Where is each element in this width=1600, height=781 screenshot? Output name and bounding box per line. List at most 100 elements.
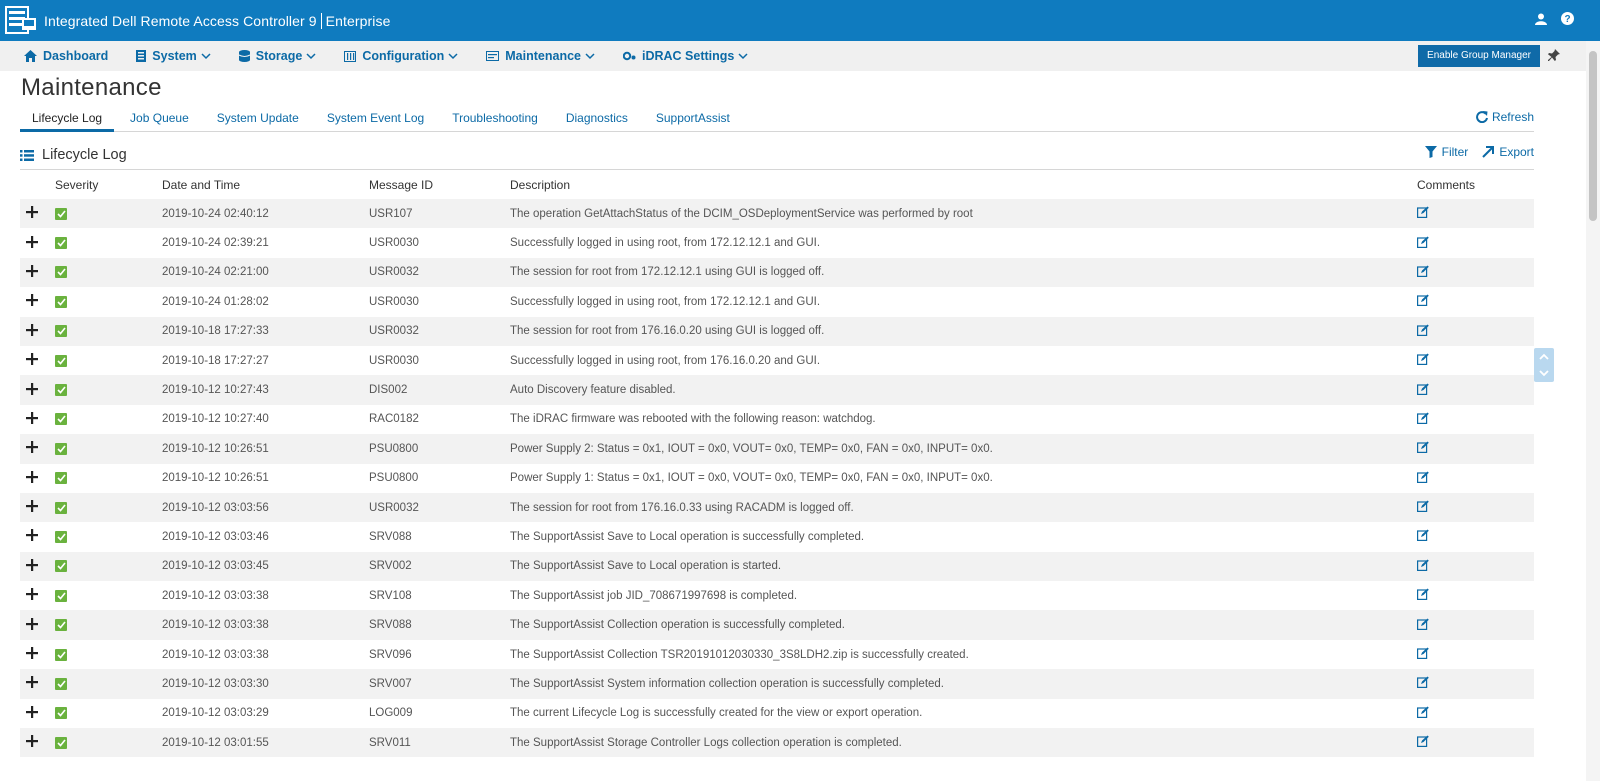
scroll-control[interactable]: [1534, 348, 1554, 382]
edit-comment-icon[interactable]: [1417, 294, 1429, 309]
tab-system-event-log[interactable]: System Event Log: [315, 107, 436, 132]
row-description: The SupportAssist Collection TSR20191012…: [510, 648, 969, 661]
row-message-id: RAC0182: [369, 413, 419, 426]
nav-storage[interactable]: Storage: [238, 49, 317, 63]
nav-dashboard[interactable]: Dashboard: [24, 49, 108, 63]
app-edition: Enterprise: [325, 12, 391, 29]
edit-comment-icon[interactable]: [1417, 324, 1429, 339]
edit-comment-icon[interactable]: [1417, 265, 1429, 280]
row-message-id: SRV011: [369, 736, 411, 749]
col-severity[interactable]: Severity: [55, 178, 162, 192]
table-row: 2019-10-12 03:03:29 LOG009 The current Lif…: [20, 699, 1534, 728]
edit-comment-icon[interactable]: [1417, 236, 1429, 251]
filter-icon: [1424, 146, 1437, 158]
edit-comment-icon[interactable]: [1417, 206, 1429, 221]
row-message-id: SRV108: [369, 589, 412, 602]
col-description[interactable]: Description: [510, 178, 1417, 192]
table-row: 2019-10-12 10:27:43 DIS002 Auto Discovery …: [20, 375, 1534, 405]
gears-icon: [622, 51, 636, 61]
expand-row-icon[interactable]: [26, 735, 38, 750]
tab-supportassist[interactable]: SupportAssist: [644, 107, 742, 132]
pin-icon[interactable]: [1548, 49, 1560, 67]
edit-comment-icon[interactable]: [1417, 706, 1429, 721]
row-message-id: USR0030: [369, 295, 419, 308]
row-date: 2019-10-12 10:26:51: [162, 442, 269, 455]
database-icon: [238, 50, 250, 62]
nav-maintenance[interactable]: Maintenance: [486, 49, 595, 63]
nav-system[interactable]: System: [136, 49, 211, 63]
expand-row-icon[interactable]: [26, 206, 38, 221]
tab-system-update[interactable]: System Update: [205, 107, 311, 132]
row-date: 2019-10-12 03:03:45: [162, 560, 269, 573]
idrac-logo-icon: [4, 4, 38, 38]
edit-comment-icon[interactable]: [1417, 500, 1429, 515]
expand-row-icon[interactable]: [26, 647, 38, 662]
chevron-down-icon: [448, 52, 458, 59]
edit-comment-icon[interactable]: [1417, 529, 1429, 544]
expand-row-icon[interactable]: [26, 705, 38, 721]
row-message-id: USR0030: [369, 237, 419, 250]
expand-row-icon[interactable]: [26, 411, 38, 427]
severity-ok-icon: [55, 295, 67, 308]
expand-row-icon[interactable]: [26, 323, 38, 339]
maintenance-tabs: Lifecycle Log Job Queue System Update Sy…: [20, 107, 1534, 132]
severity-ok-icon: [55, 472, 67, 485]
edit-comment-icon[interactable]: [1417, 647, 1429, 662]
expand-row-icon[interactable]: [26, 558, 38, 574]
export-icon: [1482, 146, 1495, 158]
tab-job-queue[interactable]: Job Queue: [118, 107, 201, 132]
edit-comment-icon[interactable]: [1417, 559, 1429, 574]
help-icon[interactable]: ?: [1561, 12, 1574, 30]
severity-ok-icon: [55, 384, 67, 397]
expand-row-icon[interactable]: [26, 441, 38, 456]
table-row: 2019-10-12 03:03:56 USR0032 The session fo…: [20, 492, 1534, 523]
enable-group-manager-button[interactable]: Enable Group Manager: [1418, 45, 1540, 67]
col-message-id[interactable]: Message ID: [369, 178, 510, 192]
table-row: 2019-10-24 02:40:12 USR107 The operation G…: [20, 199, 1534, 229]
edit-comment-icon[interactable]: [1417, 471, 1429, 486]
edit-comment-icon[interactable]: [1417, 618, 1429, 633]
row-description: The session for root from 176.16.0.33 us…: [510, 501, 854, 514]
table-row: 2019-10-24 02:39:21 USR0030 Successfully l…: [20, 228, 1534, 257]
expand-row-icon[interactable]: [26, 617, 38, 633]
col-date-time[interactable]: Date and Time: [162, 178, 369, 192]
expand-row-icon[interactable]: [26, 529, 38, 544]
edit-comment-icon[interactable]: [1417, 735, 1429, 750]
user-icon[interactable]: [1535, 12, 1547, 30]
refresh-button[interactable]: Refresh: [1476, 110, 1534, 124]
row-description: The SupportAssist Collection operation i…: [510, 619, 845, 632]
tab-lifecycle-log[interactable]: Lifecycle Log: [20, 107, 115, 132]
expand-row-icon[interactable]: [26, 382, 38, 398]
row-date: 2019-10-18 17:27:27: [162, 354, 269, 367]
edit-comment-icon[interactable]: [1417, 588, 1429, 603]
tab-diagnostics[interactable]: Diagnostics: [554, 107, 640, 132]
export-button[interactable]: Export: [1482, 145, 1534, 159]
scrollbar-thumb[interactable]: [1589, 51, 1597, 221]
page-scrollbar[interactable]: [1586, 41, 1600, 781]
edit-comment-icon[interactable]: [1417, 441, 1429, 456]
nav-configuration[interactable]: Configuration: [344, 49, 458, 63]
row-date: 2019-10-12 03:01:55: [162, 736, 269, 749]
chevron-down-icon[interactable]: [1539, 370, 1549, 377]
edit-comment-icon[interactable]: [1417, 412, 1429, 427]
row-date: 2019-10-12 10:27:40: [162, 413, 269, 426]
table-row: 2019-10-18 17:27:33 USR0032 The session fo…: [20, 316, 1534, 346]
nav-idrac-settings[interactable]: iDRAC Settings: [622, 49, 748, 63]
expand-row-icon[interactable]: [26, 264, 38, 280]
tab-troubleshooting[interactable]: Troubleshooting: [440, 107, 550, 132]
edit-comment-icon[interactable]: [1417, 353, 1429, 368]
expand-row-icon[interactable]: [26, 676, 38, 691]
expand-row-icon[interactable]: [26, 294, 38, 309]
expand-row-icon[interactable]: [26, 500, 38, 515]
chevron-up-icon[interactable]: [1539, 353, 1549, 360]
refresh-icon: [1476, 111, 1488, 123]
row-description: The SupportAssist Save to Local operatio…: [510, 560, 782, 573]
expand-row-icon[interactable]: [26, 353, 38, 368]
filter-button[interactable]: Filter: [1424, 145, 1468, 159]
severity-ok-icon: [55, 325, 67, 338]
edit-comment-icon[interactable]: [1417, 676, 1429, 691]
expand-row-icon[interactable]: [26, 470, 38, 486]
edit-comment-icon[interactable]: [1417, 383, 1429, 398]
expand-row-icon[interactable]: [26, 235, 38, 251]
expand-row-icon[interactable]: [26, 588, 38, 603]
